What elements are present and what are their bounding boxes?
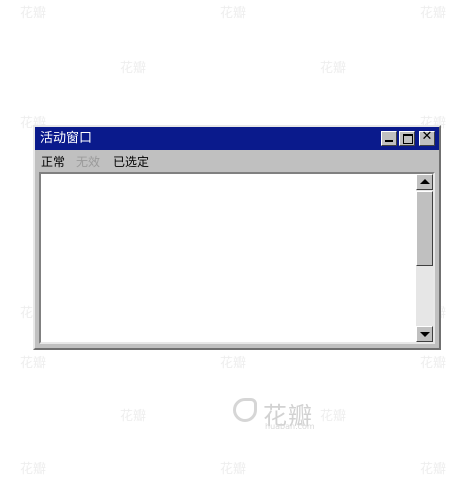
scroll-down-button[interactable] bbox=[416, 326, 433, 342]
menu-item-normal[interactable]: 正常 bbox=[41, 155, 65, 169]
arrow-up-icon bbox=[420, 179, 430, 184]
maximize-icon bbox=[403, 134, 413, 144]
close-button[interactable]: ✕ bbox=[419, 129, 435, 146]
minimize-button[interactable] bbox=[381, 131, 397, 146]
maximize-button[interactable] bbox=[399, 131, 415, 146]
watermark-text: 花瓣 bbox=[120, 409, 147, 424]
watermark-text: 花瓣 bbox=[420, 356, 447, 371]
client-area[interactable]: 花瓣 huaban.com bbox=[39, 172, 435, 431]
vertical-scrollbar[interactable] bbox=[416, 174, 433, 342]
watermark-text: 花瓣 bbox=[420, 462, 447, 477]
watermark-text: 花瓣 bbox=[420, 6, 447, 21]
scroll-up-button[interactable] bbox=[416, 174, 433, 190]
menu-item-selected[interactable]: 已选定 bbox=[113, 155, 149, 169]
minimize-icon bbox=[385, 140, 393, 142]
watermark-text: 花瓣 bbox=[220, 356, 247, 371]
menu-item-disabled: 无效 bbox=[76, 155, 101, 169]
watermark-text: 花瓣 bbox=[20, 6, 47, 21]
watermark-url: huaban.com bbox=[265, 422, 315, 431]
watermark-text: 花瓣 bbox=[220, 462, 247, 477]
watermark-text: 花瓣 bbox=[220, 6, 247, 21]
watermark-text: 花瓣 bbox=[120, 61, 147, 76]
arrow-down-icon bbox=[420, 332, 430, 337]
huaban-logo-icon bbox=[233, 398, 257, 422]
watermark-text: 花瓣 bbox=[20, 356, 47, 371]
scrollbar-thumb[interactable] bbox=[416, 191, 433, 266]
title-bar[interactable]: 活动窗口 ✕ bbox=[35, 127, 439, 150]
watermark-text: 花瓣 bbox=[320, 61, 347, 76]
window-title: 活动窗口 bbox=[40, 131, 93, 146]
watermark-logo: 花瓣 huaban.com bbox=[233, 398, 325, 432]
close-icon: ✕ bbox=[421, 129, 433, 144]
menu-bar: 正常 无效 已选定 bbox=[35, 150, 439, 172]
active-window: 活动窗口 ✕ 正常 无效 已选定 花瓣 huaban.com bbox=[33, 125, 441, 431]
watermark-text: 花瓣 bbox=[20, 462, 47, 477]
